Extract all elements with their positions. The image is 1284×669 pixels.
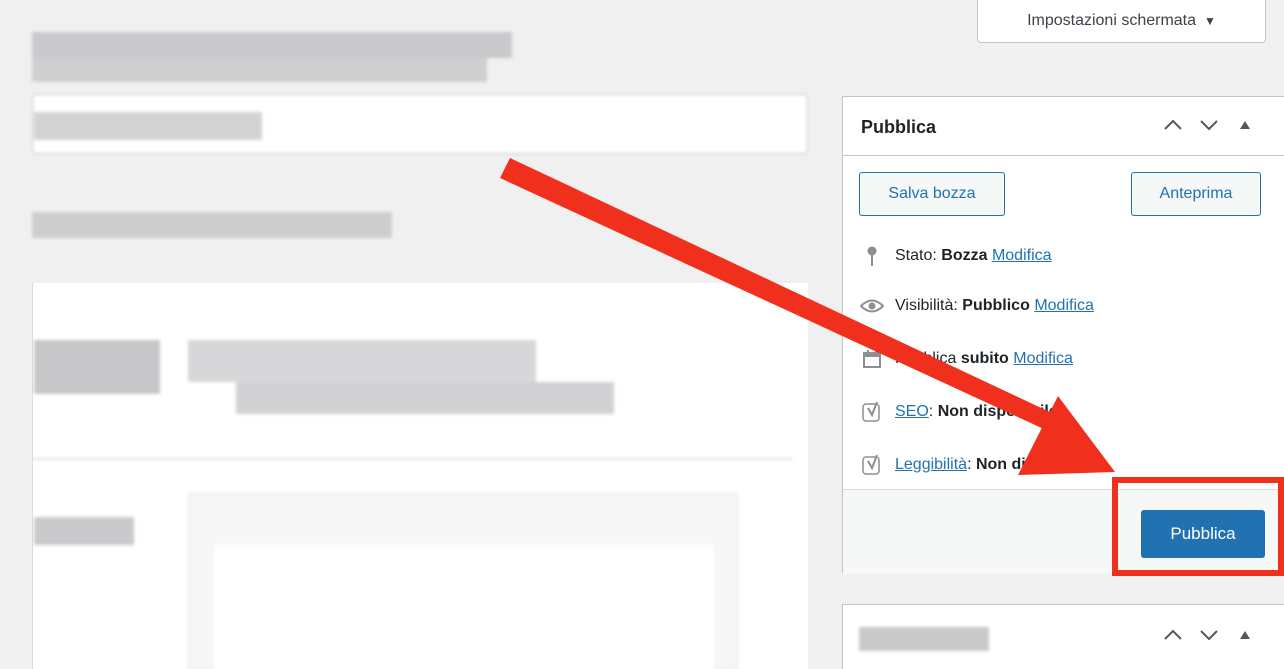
preview-button[interactable]: Anteprima — [1131, 172, 1261, 216]
seo-row: SEO: Non disponibile — [859, 399, 1058, 425]
publish-box-title: Pubblica — [861, 117, 937, 137]
calendar-icon — [859, 346, 885, 372]
schedule-value: subito — [960, 350, 1009, 367]
schedule-label: Pubblica — [895, 350, 957, 367]
chevron-down-icon[interactable] — [1198, 625, 1220, 645]
chevron-up-icon[interactable] — [1162, 115, 1184, 135]
save-draft-button[interactable]: Salva bozza — [859, 172, 1005, 216]
seo-value: Non disponibile — [937, 403, 1058, 420]
status-edit-link[interactable]: Modifica — [992, 247, 1052, 264]
schedule-row: Pubblica subito Modifica — [859, 346, 1073, 372]
status-label: Stato: — [895, 247, 937, 264]
readability-separator: : — [967, 456, 972, 473]
screen-options-button[interactable]: Impostazioni schermata ▼ — [977, 0, 1266, 43]
publish-box-header: Pubblica — [843, 97, 1284, 156]
visibility-edit-link[interactable]: Modifica — [1034, 297, 1094, 314]
status-value: Bozza — [941, 247, 988, 264]
readability-link[interactable]: Leggibilità — [895, 456, 967, 473]
publish-button-highlight — [1112, 477, 1284, 576]
readability-value: Non disponibile — [975, 456, 1096, 473]
chevron-down-icon[interactable] — [1198, 115, 1220, 135]
yoast-icon — [859, 452, 885, 478]
schedule-edit-link[interactable]: Modifica — [1013, 350, 1073, 367]
seo-link[interactable]: SEO — [895, 403, 929, 420]
status-row: Stato: Bozza Modifica — [859, 243, 1052, 269]
triangle-up-icon[interactable] — [1234, 625, 1256, 645]
visibility-row: Visibilità: Pubblico Modifica — [859, 293, 1094, 319]
pin-icon — [859, 243, 885, 269]
screen-options-label: Impostazioni schermata — [1027, 12, 1197, 29]
yoast-icon — [859, 399, 885, 425]
second-metabox — [842, 604, 1284, 669]
screen-options-toggle-icon: ▼ — [1204, 14, 1216, 28]
readability-row: Leggibilità: Non disponibile — [859, 452, 1096, 478]
triangle-up-icon[interactable] — [1234, 115, 1256, 135]
eye-icon — [859, 293, 885, 319]
visibility-value: Pubblico — [962, 297, 1030, 314]
chevron-up-icon[interactable] — [1162, 625, 1184, 645]
visibility-label: Visibilità: — [895, 297, 958, 314]
seo-separator: : — [928, 403, 934, 420]
